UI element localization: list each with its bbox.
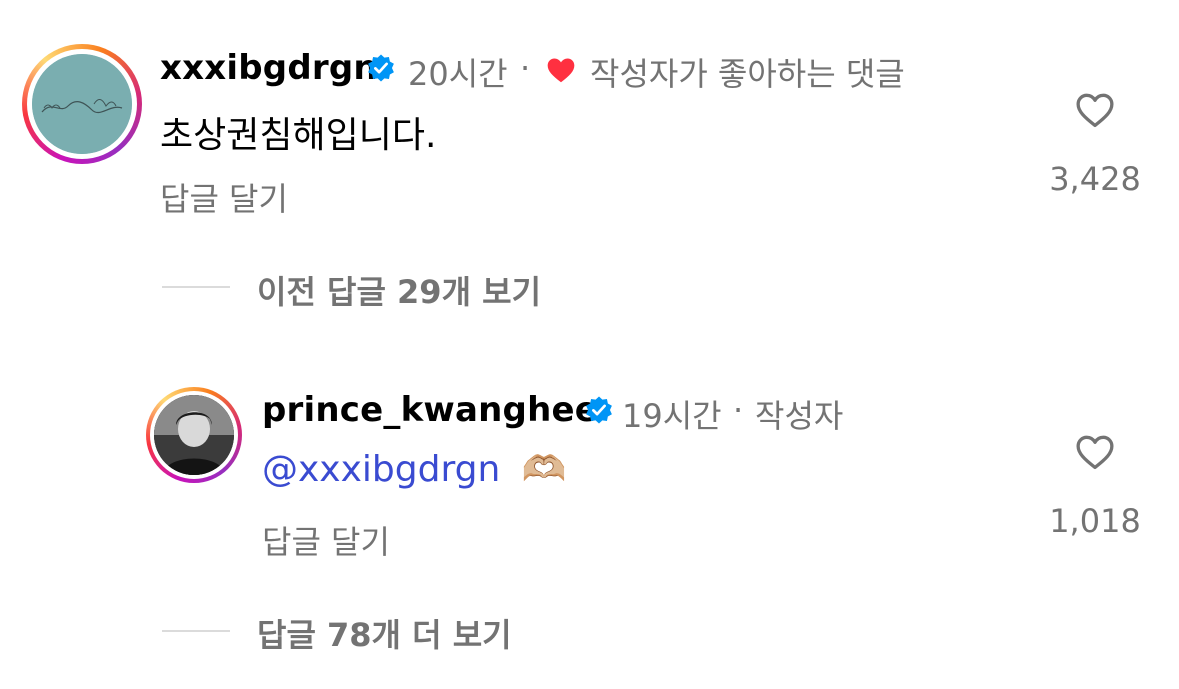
replies-divider — [162, 630, 230, 632]
heart-outline-icon[interactable] — [1071, 88, 1119, 132]
view-more-replies-button[interactable]: 답글 78개 더 보기 — [257, 610, 512, 656]
author-badge: 작성자 — [755, 397, 844, 435]
avatar[interactable] — [22, 44, 142, 164]
reply-button[interactable]: 답글 달기 — [160, 174, 288, 220]
comment-text: 초상권침해입니다. — [160, 115, 437, 156]
liked-by-author-label: 작성자가 좋아하는 댓글 — [590, 55, 905, 93]
meta-separator: · — [733, 391, 744, 429]
avatar[interactable] — [146, 387, 242, 483]
reply-time: 19시간 — [622, 397, 722, 435]
heart-filled-icon — [547, 58, 575, 83]
reply-text: @xxxibgdrgn 🫶🏼 — [262, 448, 567, 490]
replies-divider — [162, 286, 230, 288]
comment-username[interactable]: xxxibgdrgn — [160, 48, 378, 88]
like-count: 1,018 — [1049, 502, 1141, 540]
meta-separator: · — [520, 49, 531, 87]
comment-time: 20시간 — [408, 55, 508, 93]
avatar-photo — [154, 395, 234, 475]
verified-badge-icon — [586, 396, 612, 424]
reply-button[interactable]: 답글 달기 — [262, 517, 390, 563]
like-count: 3,428 — [1049, 160, 1141, 198]
mention-link[interactable]: @xxxibgdrgn — [262, 449, 500, 490]
verified-badge-icon — [368, 54, 394, 82]
heart-hands-emoji: 🫶🏼 — [521, 449, 567, 490]
view-previous-replies-button[interactable]: 이전 답글 29개 보기 — [257, 267, 541, 313]
reply-username[interactable]: prince_kwanghee — [262, 390, 598, 430]
heart-outline-icon[interactable] — [1071, 430, 1119, 474]
avatar-logo — [32, 54, 132, 154]
